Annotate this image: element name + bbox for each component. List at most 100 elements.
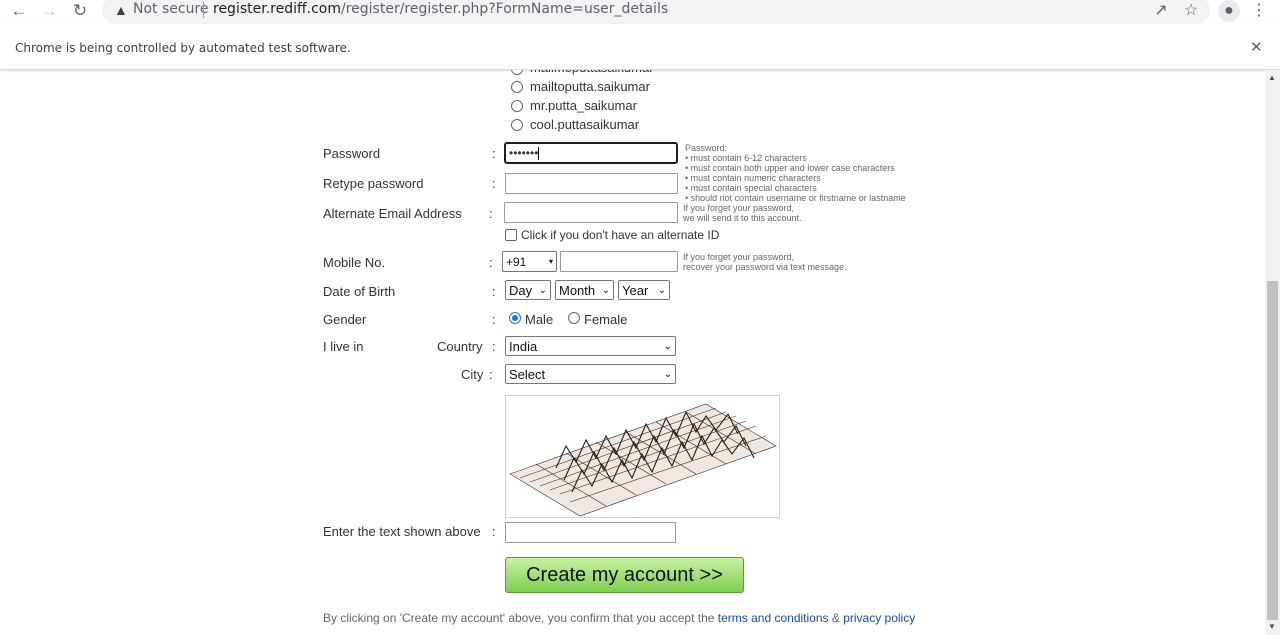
not-secure-label[interactable]: Not secure (133, 1, 209, 17)
city-select[interactable]: Select ⌄ (505, 364, 676, 384)
colon: : (492, 312, 496, 327)
hint-line: If you forget your password, (683, 203, 795, 213)
dob-year-select[interactable]: Year ⌄ (618, 280, 670, 300)
password-hint: Password: (685, 143, 728, 153)
colon: : (492, 176, 496, 191)
dob-month-value: Month (559, 282, 596, 298)
mobile-number-field[interactable] (560, 251, 678, 272)
chevron-down-icon: ⌄ (601, 284, 610, 296)
warning-icon[interactable]: ▲ (114, 2, 128, 18)
privacy-link[interactable]: privacy policy (843, 611, 915, 625)
no-alternate-id-label[interactable]: Click if you don't have an alternate ID (521, 228, 719, 242)
email-suggestion-label: cool.puttasaikumar (530, 117, 640, 132)
retype-password-label: Retype password (323, 176, 424, 191)
colon: : (492, 284, 496, 299)
colon: : (492, 524, 496, 539)
gender-male-radio[interactable] (509, 312, 521, 324)
alternate-email-hint: If you forget your password, we will sen… (683, 203, 802, 223)
password-hint: • should not contain username or firstna… (685, 193, 906, 203)
create-account-button[interactable]: Create my account >> (505, 557, 744, 593)
colon: : (489, 367, 493, 382)
colon: : (489, 206, 493, 221)
terms-link[interactable]: terms and conditions (718, 611, 829, 625)
country-label: Country (437, 339, 483, 354)
chevron-down-icon: ▾ (548, 257, 553, 266)
url-text[interactable]: register.rediff.com/register/register.ph… (213, 1, 668, 17)
share-icon[interactable]: ↗ (1151, 0, 1171, 20)
automation-infobar: Chrome is being controlled by automated … (0, 24, 1280, 70)
password-hint: • must contain both upper and lower case… (685, 163, 895, 173)
email-suggestion-radio[interactable] (511, 81, 523, 93)
dob-day-value: Day (509, 282, 533, 298)
chevron-down-icon: ⌄ (538, 284, 547, 296)
live-in-label: I live in (323, 339, 364, 354)
terms-prefix: By clicking on 'Create my account' above… (323, 611, 718, 625)
page-content: mailmeputtasaikumar mailtoputta.saikumar… (0, 70, 1265, 635)
password-hints: Password: • must contain 6-12 characters… (685, 143, 906, 203)
colon: : (492, 146, 496, 161)
hint-line: recover your password via text message. (683, 262, 847, 272)
dob-label: Date of Birth (323, 284, 396, 299)
terms-amp: & (828, 611, 844, 625)
chevron-down-icon: ⌄ (657, 284, 666, 296)
email-suggestion-radio[interactable] (511, 100, 523, 112)
retype-password-field[interactable] (505, 173, 678, 194)
email-suggestion-label: mailtoputta.saikumar (530, 79, 650, 94)
dob-day-select[interactable]: Day ⌄ (505, 280, 551, 300)
mobile-label: Mobile No. (323, 255, 386, 270)
url-host: register.rediff.com (213, 1, 341, 17)
dob-month-select[interactable]: Month ⌄ (555, 280, 614, 300)
dob-year-value: Year (622, 282, 649, 298)
url-path: /register/register.php?FormName=user_det… (341, 1, 669, 17)
password-hint: • must contain numeric characters (685, 173, 821, 183)
menu-kebab-icon[interactable]: ⋮ (1249, 0, 1269, 20)
country-select[interactable]: India ⌄ (505, 336, 676, 356)
captcha-mesh-graphic (509, 403, 777, 517)
gender-female-label[interactable]: Female (584, 312, 627, 327)
scroll-down-arrow-icon[interactable]: ▼ (1268, 622, 1276, 631)
colon: : (489, 255, 493, 270)
alternate-email-label: Alternate Email Address (323, 206, 462, 221)
text-cursor (538, 147, 540, 161)
password-hint: • must contain 6-12 characters (685, 153, 807, 163)
no-alternate-id-checkbox[interactable] (505, 229, 517, 241)
forward-icon[interactable]: → (38, 0, 60, 22)
reload-icon[interactable]: ↻ (69, 0, 91, 22)
hint-line: If you forget your password, (683, 252, 795, 262)
mobile-hint: If you forget your password, recover you… (683, 252, 847, 272)
omnibox-divider (203, 2, 204, 18)
browser-toolbar: ← → ↻ ▲ Not secure register.rediff.com/r… (0, 0, 1280, 24)
email-suggestion-radio[interactable] (511, 119, 523, 131)
country-code-value: +91 (506, 254, 527, 269)
email-suggestion-label: mr.putta_saikumar (530, 98, 637, 113)
chevron-down-icon: ⌄ (663, 340, 672, 352)
captcha-image (505, 395, 780, 518)
alternate-email-field[interactable] (504, 202, 678, 223)
password-hint: • must contain special characters (685, 183, 817, 193)
gender-label: Gender (323, 312, 367, 327)
captcha-input[interactable] (505, 522, 676, 543)
city-value: Select (509, 366, 546, 382)
email-suggestion-radio[interactable] (511, 70, 523, 75)
close-icon[interactable]: ✕ (1250, 38, 1263, 56)
country-code-select[interactable]: +91 ▾ (502, 251, 557, 272)
colon: : (492, 339, 496, 354)
email-suggestion-label: mailmeputtasaikumar (530, 70, 654, 75)
profile-avatar-icon[interactable]: ● (1218, 0, 1240, 22)
city-label: City (461, 367, 484, 382)
infobar-message: Chrome is being controlled by automated … (15, 41, 351, 55)
scroll-up-arrow-icon[interactable]: ▲ (1268, 73, 1276, 82)
back-icon[interactable]: ← (8, 0, 30, 22)
country-value: India (509, 338, 538, 354)
gender-female-radio[interactable] (568, 312, 580, 324)
chevron-down-icon: ⌄ (663, 368, 672, 380)
captcha-label: Enter the text shown above (323, 524, 481, 539)
terms-notice: By clicking on 'Create my account' above… (323, 611, 915, 625)
password-label: Password (323, 146, 381, 161)
bookmark-star-icon[interactable]: ☆ (1181, 0, 1201, 20)
scrollbar-thumb[interactable] (1267, 281, 1278, 620)
password-value: ••••••• (509, 146, 539, 160)
gender-male-label[interactable]: Male (525, 312, 553, 327)
hint-line: we will send it to this account. (683, 213, 802, 223)
password-field[interactable]: ••••••• (504, 142, 678, 164)
